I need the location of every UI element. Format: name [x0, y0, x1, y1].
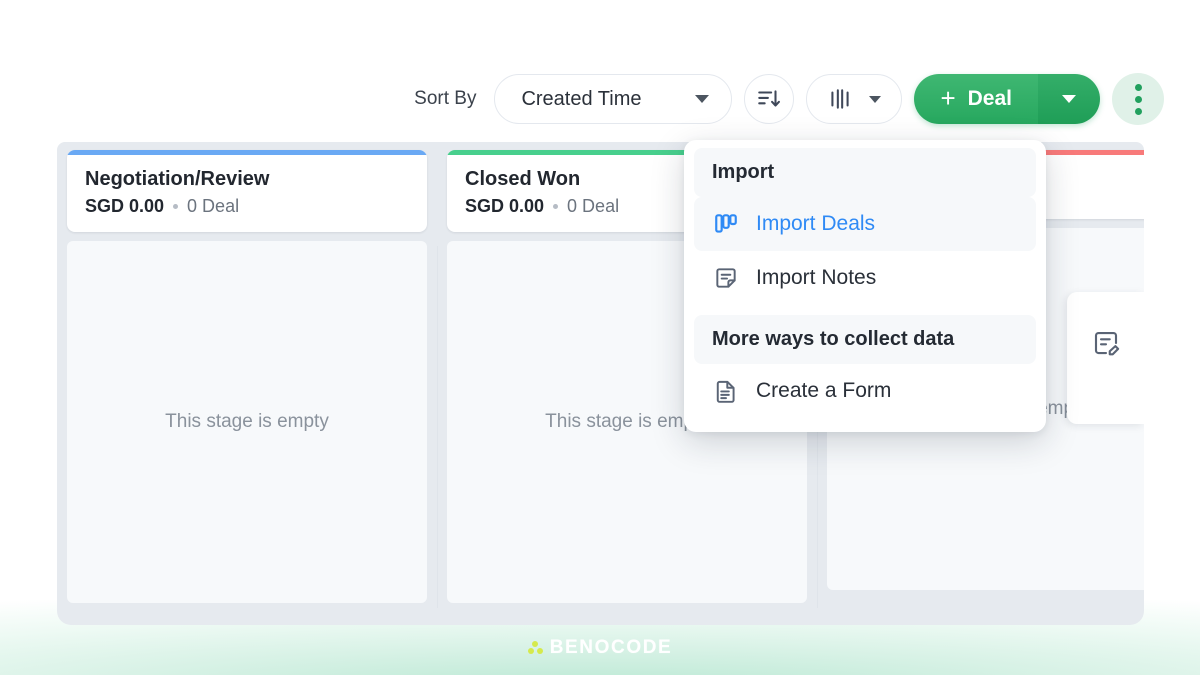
notes-side-panel[interactable] — [1067, 292, 1144, 424]
column-header[interactable]: Negotiation/Review SGD 0.00 0 Deal — [67, 150, 427, 232]
chevron-down-icon — [869, 95, 882, 103]
note-icon — [712, 264, 740, 292]
board-toolbar: Sort By Created Time + Deal — [414, 72, 1164, 126]
kanban-column-negotiation-review: Negotiation/Review SGD 0.00 0 Deal This … — [57, 150, 437, 625]
column-deal-count: 0 Deal — [187, 196, 240, 216]
note-edit-icon[interactable] — [1091, 328, 1121, 358]
menu-item-label: Import Notes — [756, 266, 877, 289]
plus-icon: + — [940, 83, 956, 113]
add-deal-label: Deal — [967, 87, 1012, 110]
sort-descending-icon — [756, 86, 782, 112]
column-deal-count: 0 Deal — [567, 196, 620, 216]
separator-dot — [553, 204, 559, 209]
menu-item-create-a-form[interactable]: Create a Form — [694, 364, 1036, 418]
import-dropdown-menu: Import Import Deals Import Notes More wa… — [684, 140, 1046, 432]
document-icon — [712, 377, 740, 405]
sort-field-value: Created Time — [521, 87, 642, 110]
column-title: Negotiation/Review — [85, 168, 270, 190]
menu-item-label: Create a Form — [756, 379, 892, 402]
kebab-dot — [1134, 83, 1142, 91]
column-amount: SGD 0.00 — [465, 196, 545, 216]
sort-direction-button[interactable] — [744, 74, 795, 124]
column-summary: SGD 0.00 0 Deal — [85, 196, 409, 217]
kebab-dot — [1134, 95, 1142, 103]
column-amount: SGD 0.00 — [85, 196, 165, 216]
menu-item-import-deals[interactable]: Import Deals — [694, 197, 1036, 251]
add-deal-dropdown-toggle[interactable] — [1038, 74, 1100, 124]
menu-section-more-ways: More ways to collect data — [694, 315, 1036, 364]
app-screenshot: BENOCODE Negotiation/Review SGD 0.00 0 D… — [0, 0, 1200, 675]
empty-stage-text: This stage is empty — [165, 411, 329, 432]
sort-field-select[interactable]: Created Time — [494, 74, 733, 124]
chevron-down-icon — [695, 95, 710, 103]
kanban-view-icon — [827, 86, 853, 112]
sort-by-label: Sort By — [414, 88, 477, 109]
separator-dot — [173, 204, 179, 209]
menu-section-import: Import — [694, 148, 1036, 197]
menu-item-label: Import Deals — [756, 212, 876, 235]
kebab-dot — [1134, 107, 1142, 115]
more-actions-button[interactable] — [1112, 73, 1164, 125]
column-divider — [437, 246, 438, 608]
chevron-down-icon — [1062, 95, 1076, 103]
kanban-columns-icon — [712, 210, 740, 238]
menu-item-import-notes[interactable]: Import Notes — [694, 251, 1036, 305]
column-dropzone[interactable]: This stage is empty — [67, 241, 427, 603]
add-deal-button[interactable]: + Deal — [914, 74, 1100, 124]
menu-divider-space — [694, 305, 1036, 315]
view-type-select[interactable] — [806, 74, 903, 124]
add-deal-main[interactable]: + Deal — [914, 74, 1038, 124]
